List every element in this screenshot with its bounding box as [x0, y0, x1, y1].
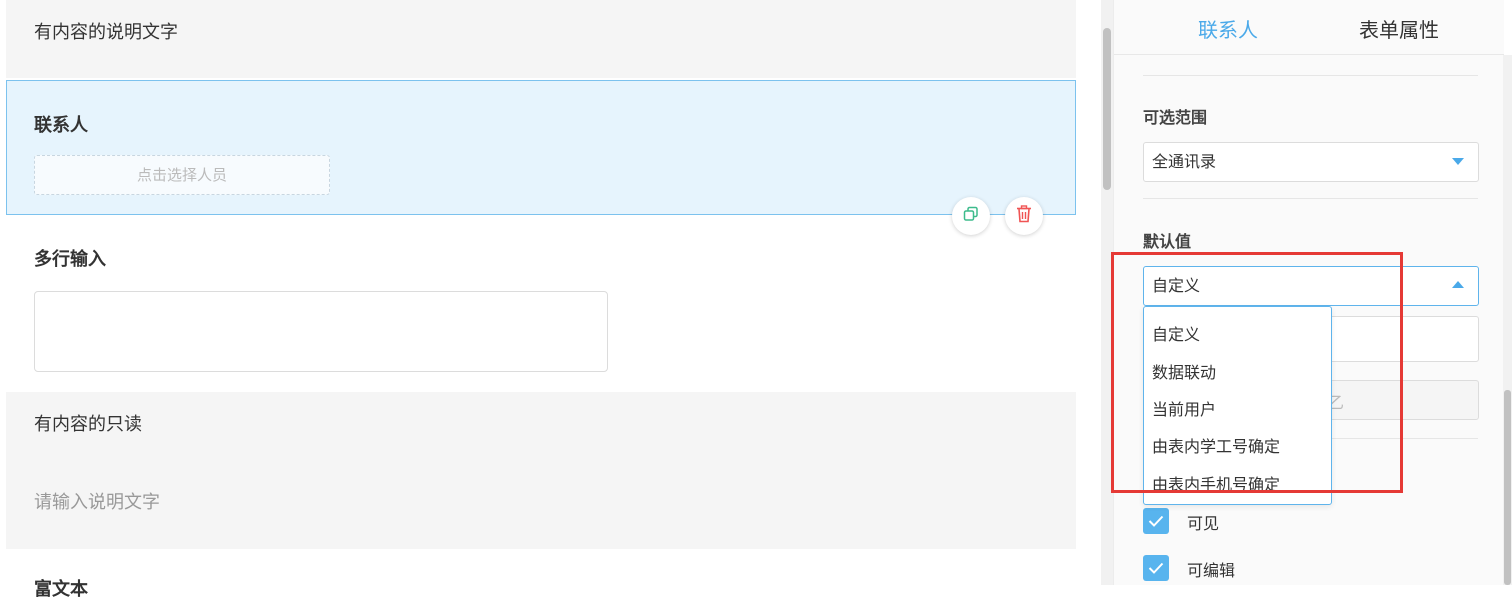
dropdown-option[interactable]: 由表内学工号确定	[1152, 433, 1280, 457]
multiline-textarea[interactable]	[34, 291, 608, 372]
form-canvas: 有内容的说明文字 联系人 点击选择人员 多行输入 有内容的只读 请输入说明文字	[0, 0, 1100, 600]
copy-icon	[963, 206, 979, 226]
checkmark-icon	[1148, 562, 1164, 574]
canvas-scrollbar-thumb[interactable]	[1103, 28, 1111, 190]
copy-field-button[interactable]	[952, 197, 990, 235]
panel-tabs: 联系人 表单属性	[1114, 0, 1504, 55]
editable-checkbox[interactable]	[1143, 555, 1169, 581]
divider	[1143, 75, 1478, 76]
select-person-picker[interactable]: 点击选择人员	[34, 155, 330, 195]
readonly-title: 有内容的只读	[34, 414, 142, 435]
checkmark-icon	[1148, 515, 1164, 527]
visible-checkbox-label: 可见	[1187, 514, 1220, 533]
readonly-placeholder: 请输入说明文字	[34, 492, 160, 513]
delete-field-button[interactable]	[1005, 197, 1043, 235]
readonly-block[interactable]: 有内容的只读 请输入说明文字	[6, 392, 1076, 549]
range-label: 可选范围	[1143, 108, 1208, 127]
editable-checkbox-label: 可编辑	[1187, 561, 1236, 580]
description-block[interactable]: 有内容的说明文字	[6, 0, 1076, 78]
dropdown-option[interactable]: 由表内手机号确定	[1152, 471, 1280, 495]
rich-text-field-label: 富文本	[34, 579, 88, 600]
default-value-label: 默认值	[1143, 232, 1192, 251]
tab-form-properties[interactable]: 表单属性	[1359, 14, 1439, 43]
range-select-value: 全通讯录	[1152, 152, 1217, 171]
trash-icon	[1016, 205, 1032, 227]
properties-panel: 联系人 表单属性 可选范围 全通讯录 默认值 自定义 乙 可见 可编辑 自定义 …	[1113, 0, 1504, 585]
range-select[interactable]: 全通讯录	[1143, 142, 1479, 182]
dropdown-option[interactable]: 当前用户	[1152, 396, 1216, 420]
default-value-select-value: 自定义	[1152, 276, 1201, 295]
multiline-field-label: 多行输入	[34, 249, 106, 270]
default-value-select[interactable]: 自定义	[1143, 266, 1479, 306]
contact-field-label: 联系人	[34, 115, 88, 136]
chevron-up-icon	[1452, 281, 1464, 288]
panel-scrollbar-thumb[interactable]	[1504, 390, 1511, 585]
contact-field-block[interactable]: 联系人 点击选择人员	[6, 80, 1076, 215]
visible-checkbox[interactable]	[1143, 508, 1169, 534]
default-value-dropdown: 自定义 数据联动 当前用户 由表内学工号确定 由表内手机号确定	[1143, 306, 1332, 505]
chevron-down-icon	[1452, 158, 1464, 165]
tab-contact[interactable]: 联系人	[1198, 14, 1258, 43]
dropdown-option[interactable]: 数据联动	[1152, 359, 1216, 383]
canvas-scrollbar[interactable]	[1101, 0, 1113, 585]
panel-scrollbar[interactable]	[1503, 55, 1512, 585]
divider	[1143, 198, 1478, 199]
dropdown-option[interactable]: 自定义	[1152, 321, 1200, 345]
description-text: 有内容的说明文字	[34, 22, 178, 43]
